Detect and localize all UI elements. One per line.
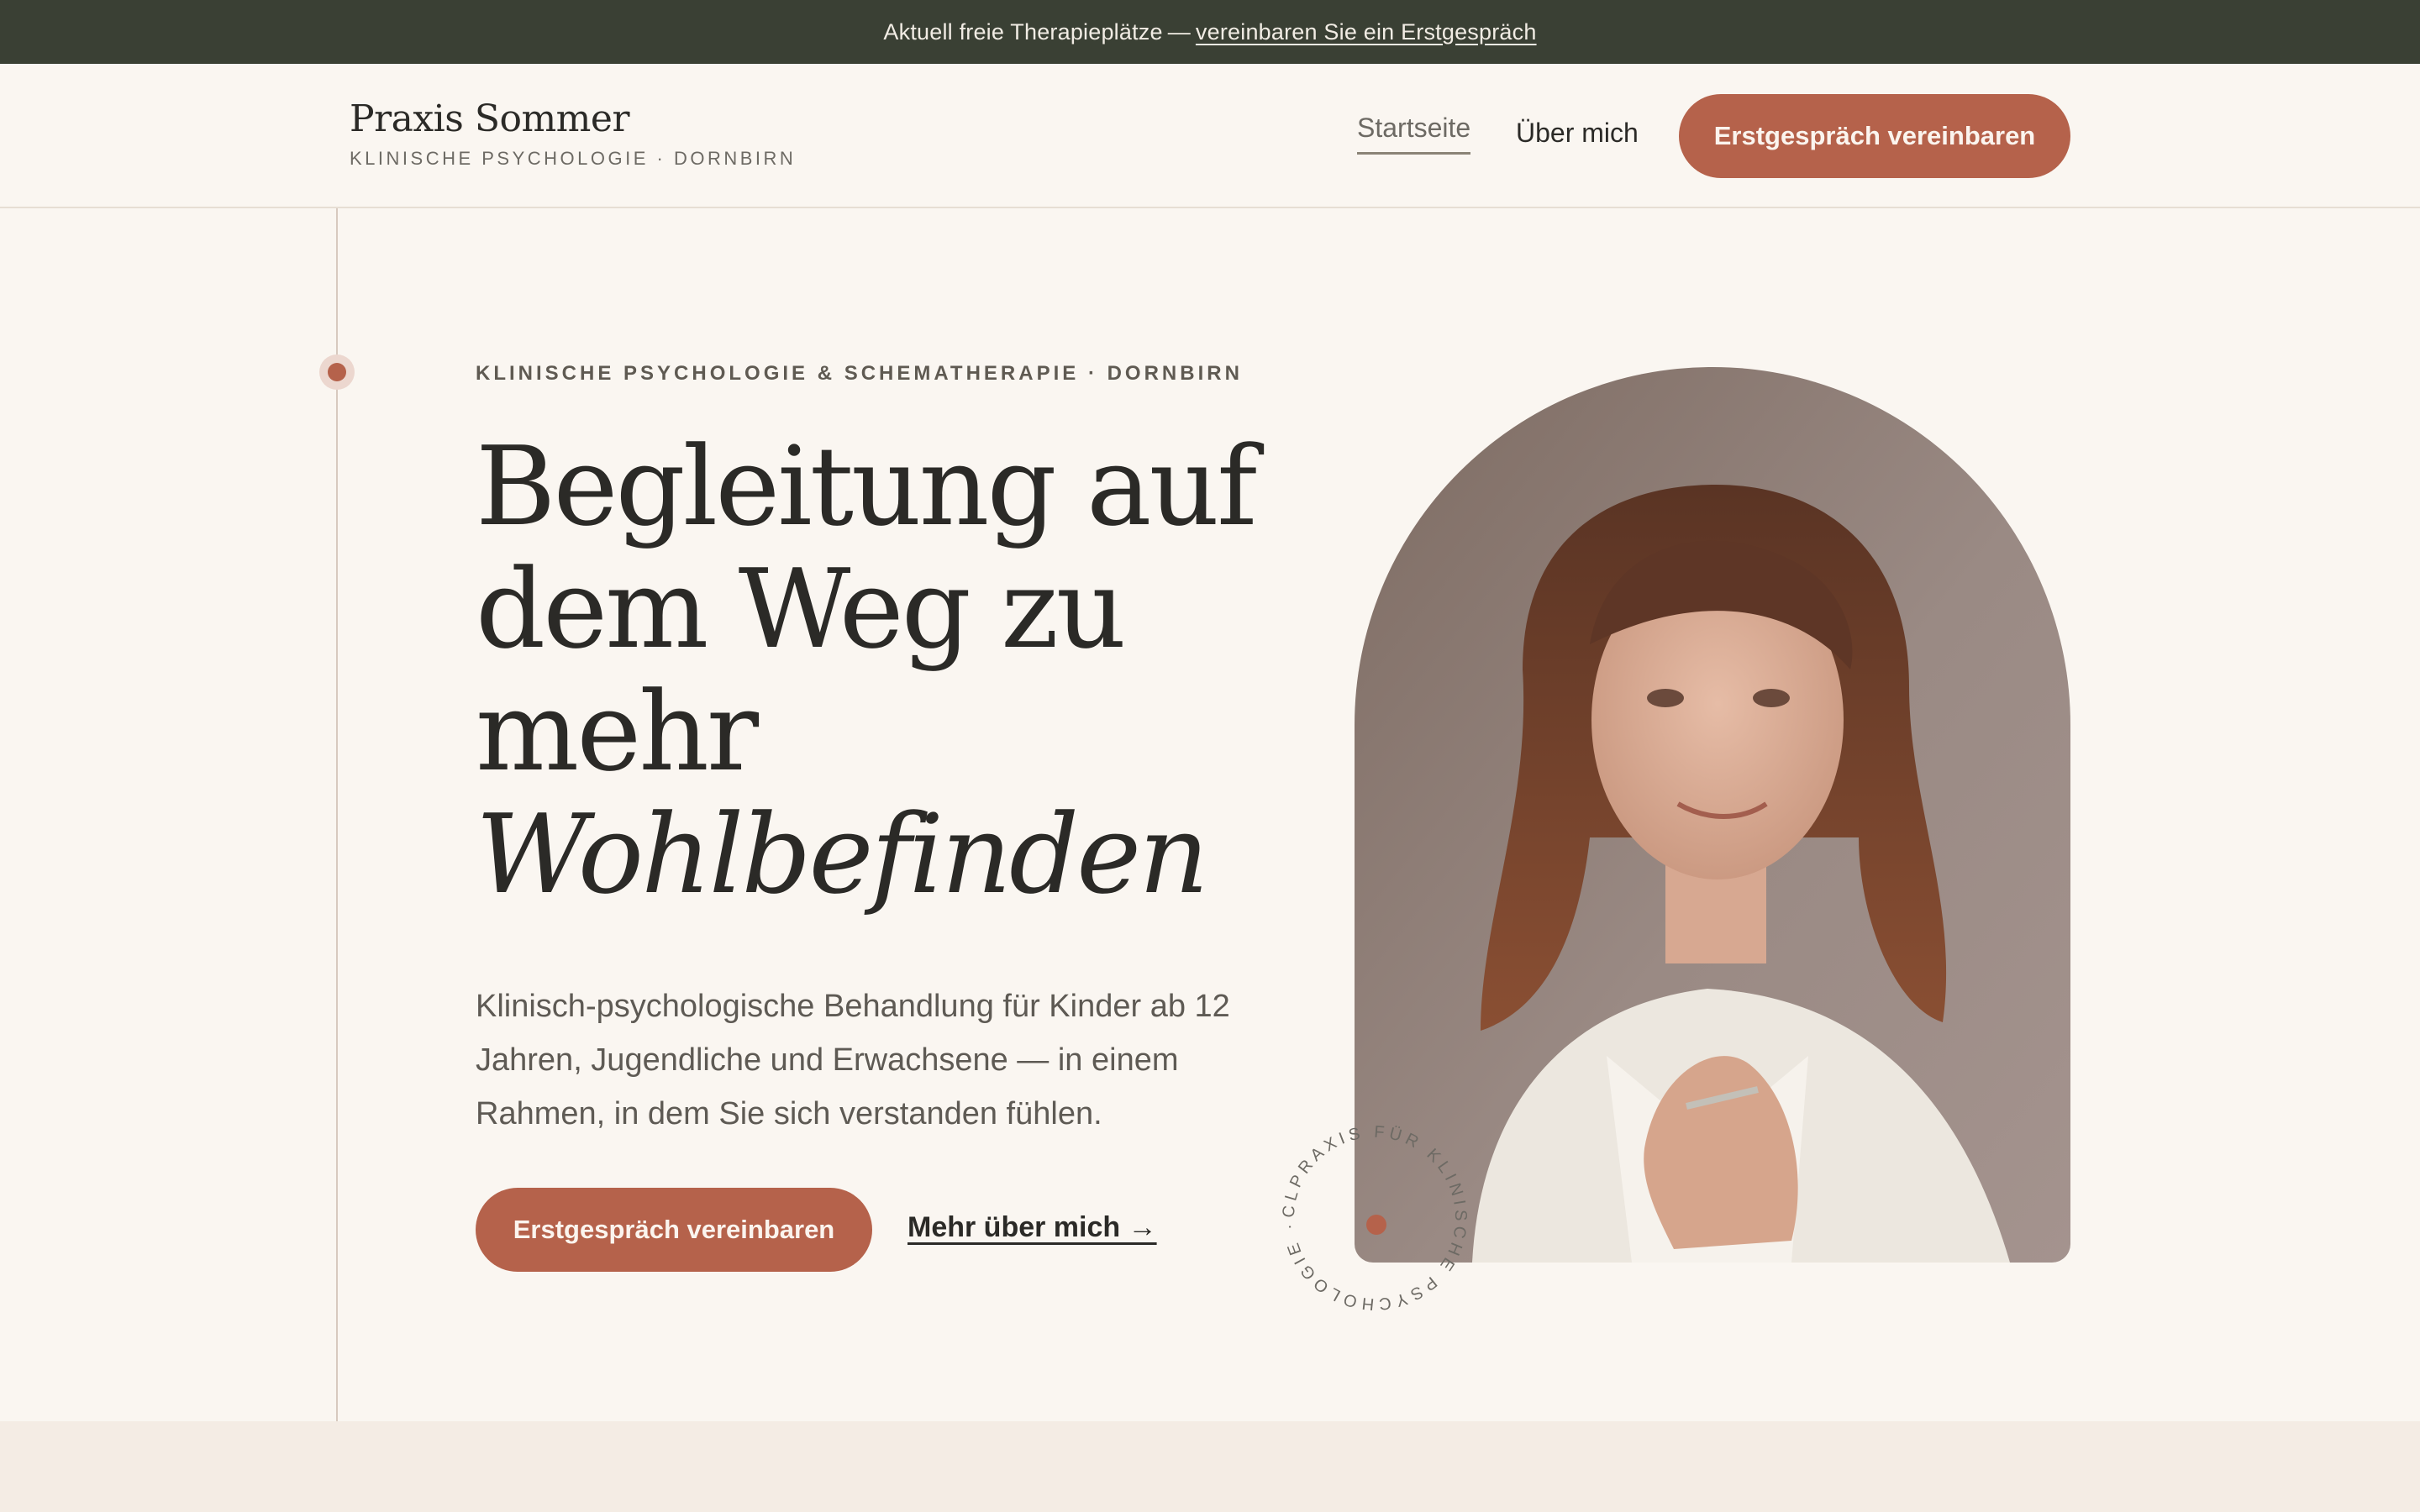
nav-about-link[interactable]: Über mich	[1516, 118, 1639, 149]
announcement-link[interactable]: vereinbaren Sie ein Erstgespräch	[1196, 19, 1537, 45]
headline-line-1: Begleitung auf	[476, 423, 1257, 550]
brand-tagline: KLINISCHE PSYCHOLOGIE · DORNBIRN	[350, 148, 797, 169]
header-cta-button[interactable]: Erstgespräch vereinbaren	[1679, 94, 2070, 178]
announcement-text: Aktuell freie Therapieplätze	[883, 18, 1163, 45]
site-header: Praxis Sommer KLINISCHE PSYCHOLOGIE · DO…	[0, 64, 2420, 208]
hero-eyebrow: KLINISCHE PSYCHOLOGIE & SCHEMATHERAPIE ·…	[476, 362, 1243, 385]
headline-italic: Wohlbefinden	[476, 790, 1209, 918]
hero-cta-button[interactable]: Erstgespräch vereinbaren	[476, 1188, 872, 1272]
announcement-bar: Aktuell freie Therapieplätze — vereinbar…	[0, 0, 2420, 64]
timeline-rule	[336, 208, 338, 1512]
hero-description: Klinisch-psychologische Behandlung für K…	[476, 989, 1230, 1131]
headline-line-2: dem Weg zu	[476, 545, 1126, 673]
circular-text-badge: CLPRAXIS FÜR KLINISCHE PSYCHOLOGIE ·	[1280, 1123, 1465, 1314]
next-section-band	[0, 1421, 2420, 1512]
nav-home-link[interactable]: Startseite	[1357, 113, 1471, 155]
announcement-separator: —	[1167, 18, 1191, 45]
hero-headline: Begleitung auf dem Weg zu mehr Wohlbefin…	[476, 423, 1257, 918]
brand-logo[interactable]: Praxis Sommer	[350, 97, 629, 140]
about-me-link[interactable]: Mehr über mich →	[908, 1211, 1157, 1244]
timeline-dot	[328, 363, 346, 381]
headline-line-3: mehr	[476, 668, 759, 795]
